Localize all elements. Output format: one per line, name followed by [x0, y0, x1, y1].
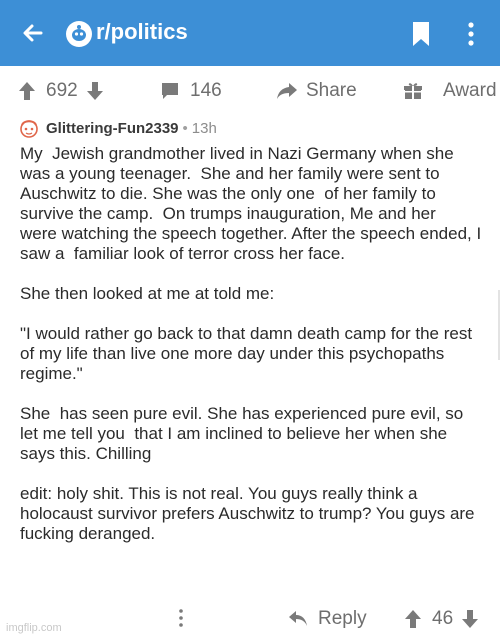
meta-separator: • — [182, 119, 188, 137]
downvote-icon[interactable] — [86, 81, 104, 101]
comment-body: My Jewish grandmother lived in Nazi Germ… — [20, 144, 482, 544]
comment-count: 146 — [190, 80, 222, 101]
comments-button[interactable]: 146 — [160, 80, 222, 102]
upvote-count: 692 — [46, 80, 78, 101]
share-label: Share — [306, 80, 357, 101]
downvote-icon[interactable] — [461, 609, 479, 629]
comment-footer: Reply 46 — [0, 600, 500, 638]
comment-header: Glittering-Fun2339 • 13h — [18, 116, 217, 140]
comment-paragraph: She then looked at me at told me: — [20, 284, 275, 303]
comment-paragraph: She has seen pure evil. She has experien… — [20, 404, 468, 463]
comment-vote-group: 46 — [404, 608, 479, 630]
reply-icon — [289, 611, 307, 626]
more-options-button[interactable] — [466, 20, 476, 48]
more-vertical-icon — [179, 609, 183, 627]
share-button[interactable]: Share — [276, 80, 357, 102]
subreddit-title[interactable]: r/politics — [96, 19, 188, 45]
comment-score: 46 — [432, 608, 454, 629]
bookmark-button[interactable] — [411, 21, 431, 47]
award-label: Award — [443, 80, 497, 101]
comment-timestamp: 13h — [191, 119, 217, 137]
top-app-bar: r/politics — [0, 0, 500, 66]
award-button[interactable]: Award — [404, 80, 497, 102]
subreddit-avatar-icon — [66, 21, 92, 47]
more-vertical-icon — [468, 22, 474, 46]
post-action-bar: 692 146 Share Award — [0, 70, 500, 114]
reply-button[interactable]: Reply — [288, 608, 367, 630]
comment-paragraph: "I would rather go back to that damn dea… — [20, 324, 477, 383]
share-icon — [277, 83, 297, 99]
upvote-icon[interactable] — [18, 81, 36, 101]
comment-paragraph: My Jewish grandmother lived in Nazi Germ… — [20, 144, 486, 263]
back-button[interactable] — [20, 20, 46, 46]
reply-label: Reply — [318, 608, 367, 629]
comment-paragraph: edit: holy shit. This is not real. You g… — [20, 484, 480, 543]
comment-more-button[interactable] — [178, 608, 184, 628]
comment-author[interactable]: Glittering-Fun2339 — [46, 120, 179, 137]
gift-icon — [404, 83, 422, 99]
comment-icon — [162, 83, 178, 99]
watermark: imgflip.com — [6, 622, 62, 634]
bookmark-icon — [413, 22, 429, 46]
arrow-left-icon — [23, 24, 43, 42]
vote-group: 692 — [18, 80, 104, 102]
user-avatar-icon[interactable] — [18, 117, 40, 139]
upvote-icon[interactable] — [404, 609, 422, 629]
